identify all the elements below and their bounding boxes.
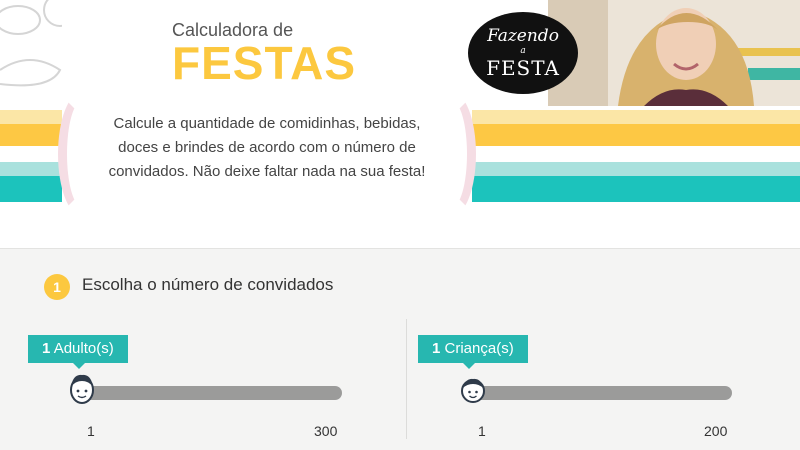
adults-unit: Adulto(s) xyxy=(53,340,114,357)
fazendo-a-festa-logo: Fazendo a FESTA xyxy=(468,12,578,94)
step-title: Escolha o número de convidados xyxy=(82,275,334,294)
kids-max-label: 200 xyxy=(704,423,728,439)
intro-description: Calcule a quantidade de comidinhas, bebi… xyxy=(108,115,426,180)
adults-count-tag: 1 Adulto(s) xyxy=(28,335,128,369)
adults-slider-track[interactable] xyxy=(76,386,342,400)
adults-count: 1 xyxy=(42,340,51,357)
adult-face-icon[interactable] xyxy=(69,374,95,404)
kids-count: 1 xyxy=(432,340,441,357)
hero-banner: Calculadora de FESTAS Calcule a quantida… xyxy=(0,0,800,248)
logo-line-1: Fazendo xyxy=(487,26,559,46)
calculator-panel: 1 Escolha o número de convidados 1 Adult… xyxy=(0,248,800,450)
kids-count-tag: 1 Criança(s) xyxy=(418,335,528,369)
left-bracket-decoration xyxy=(58,92,106,216)
kids-slider-track[interactable] xyxy=(466,386,732,400)
logo-line-2: a xyxy=(520,46,526,56)
kids-unit: Criança(s) xyxy=(444,340,514,357)
page-title: FESTAS xyxy=(172,37,357,89)
host-photo xyxy=(548,0,800,106)
sliders-divider xyxy=(406,319,407,439)
adults-max-label: 300 xyxy=(314,423,338,439)
adults-min-label: 1 xyxy=(87,423,95,439)
logo-line-3: FESTA xyxy=(486,56,560,80)
kids-min-label: 1 xyxy=(478,423,486,439)
child-face-icon[interactable] xyxy=(461,377,485,403)
step-number-badge: 1 xyxy=(44,274,70,300)
right-bracket-decoration xyxy=(428,92,476,216)
